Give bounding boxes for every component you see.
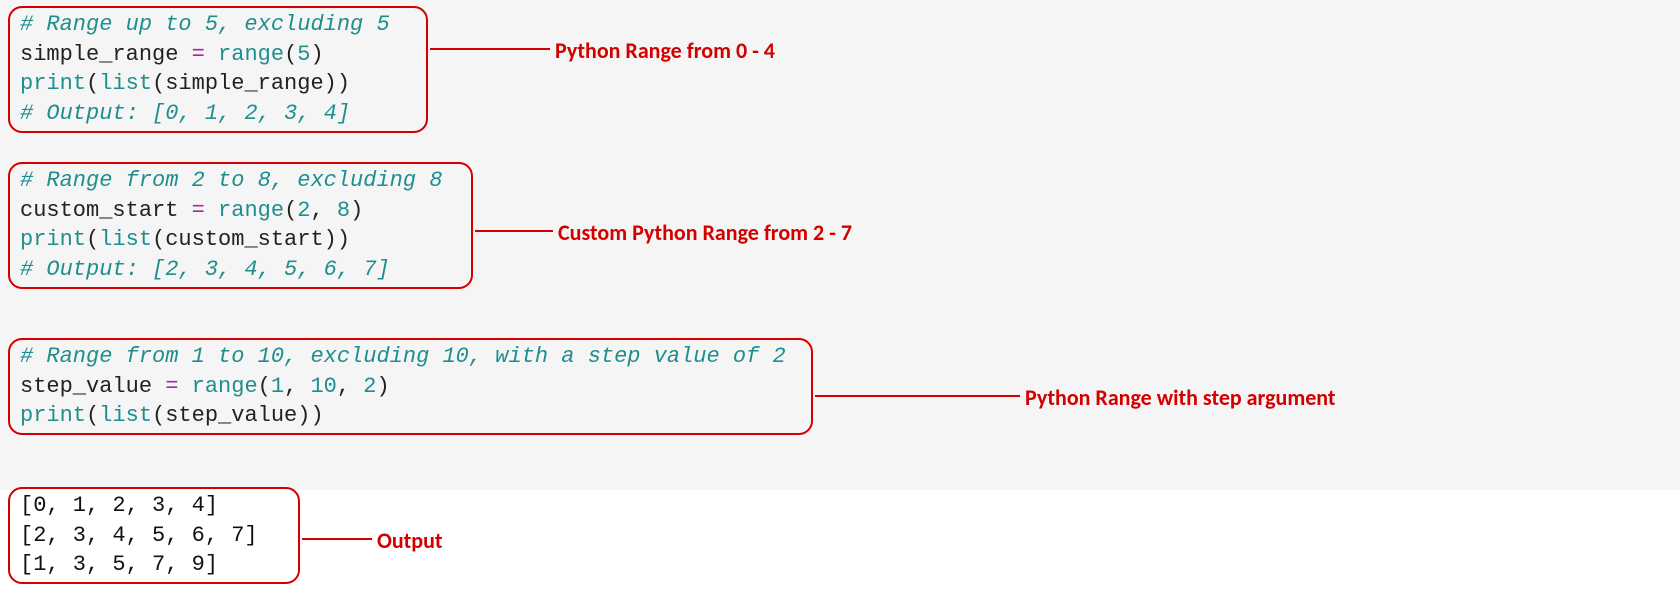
output-line-3: [1, 3, 5, 7, 9] xyxy=(20,552,218,577)
code-call: range xyxy=(218,198,284,223)
code-print: print xyxy=(20,227,86,252)
connector-step xyxy=(815,395,1020,397)
code-var: custom_start xyxy=(20,198,178,223)
code-var: step_value xyxy=(20,374,152,399)
output-line-2: [2, 3, 4, 5, 6, 7] xyxy=(20,523,258,548)
comment-custom: # Range from 2 to 8, excluding 8 xyxy=(20,168,442,193)
code-block-simple-range: # Range up to 5, excluding 5 simple_rang… xyxy=(8,6,428,133)
comment-simple: # Range up to 5, excluding 5 xyxy=(20,12,390,37)
code-op: = xyxy=(165,374,178,399)
comment-output-simple: # Output: [0, 1, 2, 3, 4] xyxy=(20,101,350,126)
label-simple-range: Python Range from 0 - 4 xyxy=(555,36,775,66)
code-print: print xyxy=(20,71,86,96)
code-call: range xyxy=(218,42,284,67)
comment-step: # Range from 1 to 10, excluding 10, with… xyxy=(20,344,786,369)
output-block: [0, 1, 2, 3, 4] [2, 3, 4, 5, 6, 7] [1, 3… xyxy=(8,487,300,584)
code-op: = xyxy=(192,198,205,223)
code-block-custom-start: # Range from 2 to 8, excluding 8 custom_… xyxy=(8,162,473,289)
connector-simple xyxy=(430,48,550,50)
code-op: = xyxy=(192,42,205,67)
code-block-step-range: # Range from 1 to 10, excluding 10, with… xyxy=(8,338,813,435)
label-custom-range: Custom Python Range from 2 - 7 xyxy=(558,218,852,248)
code-var: simple_range xyxy=(20,42,178,67)
output-line-1: [0, 1, 2, 3, 4] xyxy=(20,493,218,518)
code-print: print xyxy=(20,403,86,428)
connector-custom xyxy=(475,230,553,232)
label-output: Output xyxy=(377,526,443,556)
label-step-range: Python Range with step argument xyxy=(1025,383,1336,413)
connector-output xyxy=(302,538,372,540)
code-call: range xyxy=(192,374,258,399)
comment-output-custom: # Output: [2, 3, 4, 5, 6, 7] xyxy=(20,257,390,282)
